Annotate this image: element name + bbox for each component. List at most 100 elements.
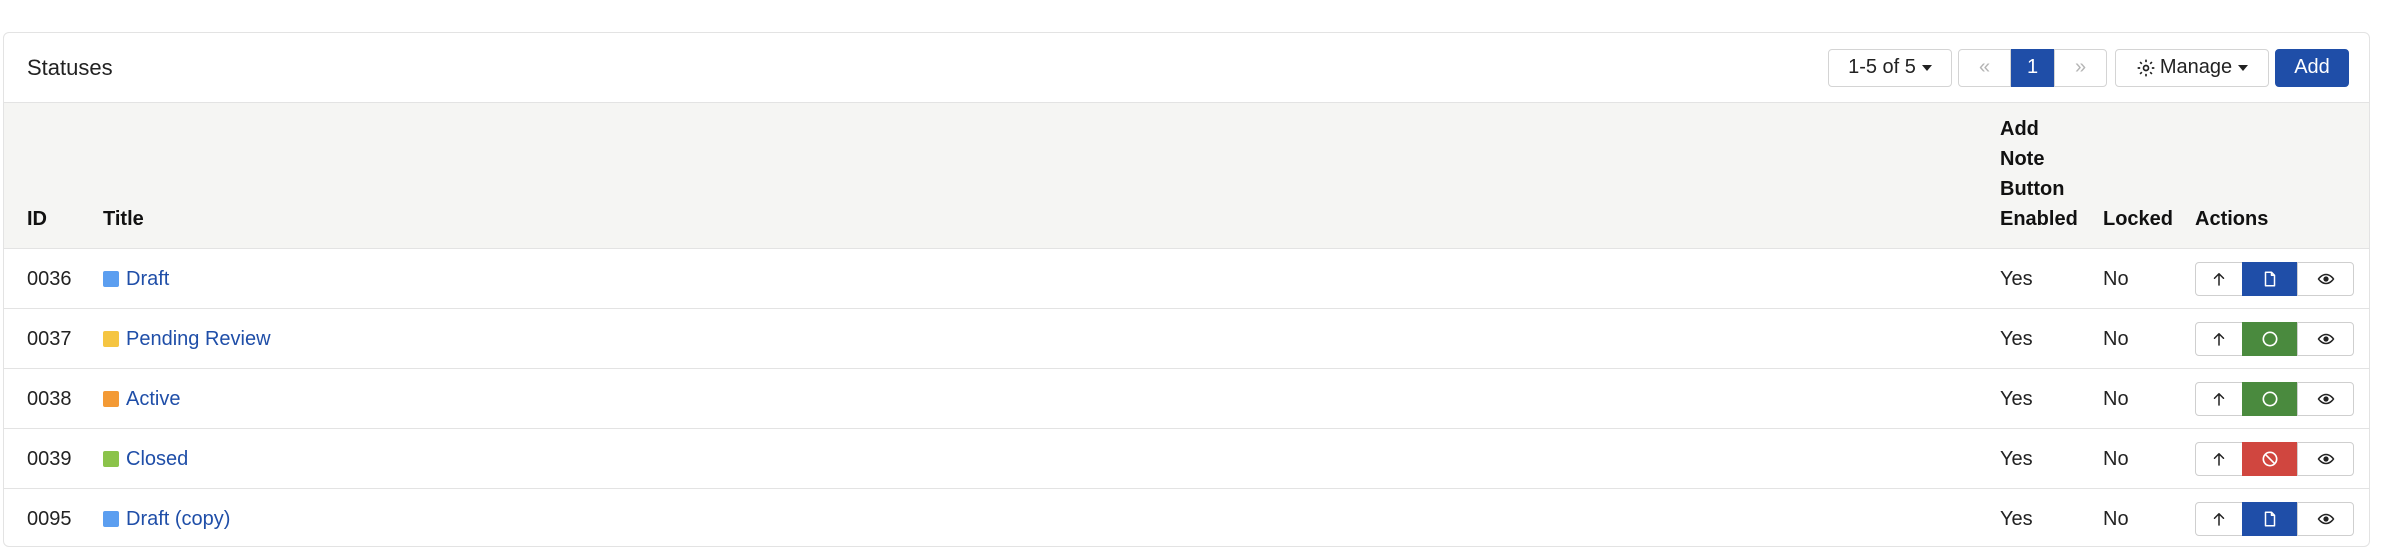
manage-label: Manage (2159, 56, 2233, 78)
table-header: ID Title Add Note Button Enabled Locked … (4, 103, 2369, 249)
header-locked: Locked (2103, 208, 2174, 230)
table-row: 0036 Draft Yes No (4, 249, 2369, 309)
color-swatch (103, 511, 119, 527)
arrow-up-icon (2213, 393, 2225, 406)
circle-icon (2262, 331, 2278, 347)
status-title-link[interactable]: Draft (126, 268, 169, 291)
row-id: 0037 (27, 327, 72, 350)
arrow-up-icon (2213, 453, 2225, 466)
state-button[interactable] (2242, 322, 2298, 356)
double-chevron-right-icon: » (2074, 56, 2087, 78)
state-button[interactable] (2242, 382, 2298, 416)
header-title: Title (103, 208, 144, 230)
row-id: 0039 (27, 447, 72, 470)
row-locked: No (2103, 327, 2129, 350)
arrow-up-icon (2213, 333, 2225, 346)
pagination: « 1 » (1958, 48, 2107, 87)
row-add-note-enabled: Yes (2000, 267, 2033, 290)
row-title: Closed (103, 429, 188, 489)
toolbar: 1-5 of 5 « 1 » Manage Add (1828, 48, 2349, 87)
row-add-note-enabled: Yes (2000, 447, 2033, 470)
table-row: 0095 Draft (copy) Yes No (4, 489, 2369, 546)
arrow-up-icon (2213, 273, 2225, 286)
row-title: Draft (103, 249, 169, 309)
row-actions (2195, 369, 2354, 429)
header-line: Note (2000, 148, 2045, 170)
eye-icon (2317, 513, 2334, 525)
row-actions (2195, 429, 2354, 489)
move-up-button[interactable] (2195, 322, 2243, 356)
status-title-link[interactable]: Draft (copy) (126, 508, 230, 531)
view-button[interactable] (2297, 502, 2354, 536)
table-row: 0038 Active Yes No (4, 369, 2369, 429)
state-button[interactable] (2242, 262, 2298, 296)
table-row: 0037 Pending Review Yes No (4, 309, 2369, 369)
ban-icon (2262, 451, 2278, 467)
move-up-button[interactable] (2195, 502, 2243, 536)
header-line: Add (2000, 118, 2039, 140)
add-button[interactable]: Add (2275, 48, 2349, 87)
first-page-button[interactable]: « (1958, 48, 2011, 87)
row-add-note-enabled: Yes (2000, 327, 2033, 350)
header-actions: Actions (2195, 208, 2269, 230)
circle-icon (2262, 391, 2278, 407)
manage-button[interactable]: Manage (2115, 48, 2269, 87)
move-up-button[interactable] (2195, 442, 2243, 476)
page-number: 1 (2026, 56, 2039, 78)
row-id: 0038 (27, 387, 72, 410)
status-title-link[interactable]: Closed (126, 448, 188, 471)
move-up-button[interactable] (2195, 382, 2243, 416)
row-id: 0036 (27, 267, 72, 290)
row-title: Active (103, 369, 180, 429)
row-actions (2195, 249, 2354, 309)
row-actions (2195, 489, 2354, 546)
move-up-button[interactable] (2195, 262, 2243, 296)
page-button-current[interactable]: 1 (2011, 48, 2054, 87)
range-label: 1-5 of 5 (1848, 56, 1916, 78)
eye-icon (2317, 453, 2334, 465)
view-button[interactable] (2297, 382, 2354, 416)
gear-icon (2137, 59, 2155, 76)
last-page-button[interactable]: » (2054, 48, 2107, 87)
row-locked: No (2103, 387, 2129, 410)
status-title-link[interactable]: Pending Review (126, 328, 271, 351)
state-button[interactable] (2242, 502, 2298, 536)
view-button[interactable] (2297, 322, 2354, 356)
color-swatch (103, 331, 119, 347)
color-swatch (103, 271, 119, 287)
eye-icon (2317, 393, 2334, 405)
eye-icon (2317, 333, 2334, 345)
row-id: 0095 (27, 507, 72, 530)
row-add-note-enabled: Yes (2000, 387, 2033, 410)
view-button[interactable] (2297, 262, 2354, 296)
color-swatch (103, 391, 119, 407)
row-title: Pending Review (103, 309, 271, 369)
header-line: Button (2000, 178, 2065, 200)
eye-icon (2317, 273, 2334, 285)
table-body: 0036 Draft Yes No 0037 Pending Review Ye… (4, 249, 2369, 546)
status-title-link[interactable]: Active (126, 388, 180, 411)
row-title: Draft (copy) (103, 489, 230, 546)
document-icon (2264, 511, 2276, 527)
color-swatch (103, 451, 119, 467)
panel-header: Statuses 1-5 of 5 « 1 » Manage Add (4, 33, 2369, 103)
caret-down-icon (1921, 64, 1932, 71)
arrow-up-icon (2213, 513, 2225, 526)
range-dropdown-button[interactable]: 1-5 of 5 (1828, 48, 1952, 87)
row-add-note-enabled: Yes (2000, 507, 2033, 530)
caret-down-icon (2238, 64, 2249, 71)
table-row: 0039 Closed Yes No (4, 429, 2369, 489)
header-line: Enabled (2000, 208, 2078, 230)
double-chevron-left-icon: « (1978, 56, 1991, 78)
panel-title: Statuses (27, 54, 113, 80)
document-icon (2264, 271, 2276, 287)
row-locked: No (2103, 447, 2129, 470)
state-button[interactable] (2242, 442, 2298, 476)
row-locked: No (2103, 267, 2129, 290)
statuses-panel: Statuses 1-5 of 5 « 1 » Manage Add ID Ti… (3, 32, 2370, 547)
header-add-note-button-enabled: Add Note Button Enabled (2000, 114, 2078, 234)
row-locked: No (2103, 507, 2129, 530)
view-button[interactable] (2297, 442, 2354, 476)
row-actions (2195, 309, 2354, 369)
header-id: ID (27, 208, 47, 230)
